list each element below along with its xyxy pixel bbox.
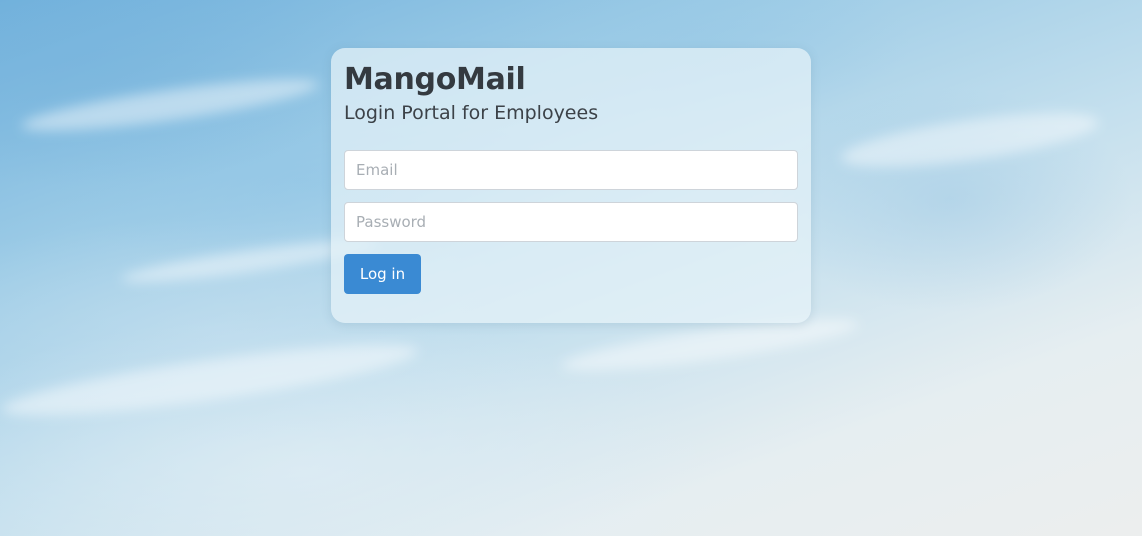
login-button[interactable]: Log in: [344, 254, 421, 294]
cloud-streak: [19, 69, 321, 141]
app-title: MangoMail: [344, 62, 526, 97]
cloud-streak: [0, 330, 421, 430]
password-field[interactable]: [344, 202, 798, 242]
email-field[interactable]: [344, 150, 798, 190]
login-subtitle: Login Portal for Employees: [344, 102, 599, 124]
login-card: MangoMail Login Portal for Employees Log…: [331, 48, 811, 323]
cloud-streak: [838, 102, 1102, 178]
